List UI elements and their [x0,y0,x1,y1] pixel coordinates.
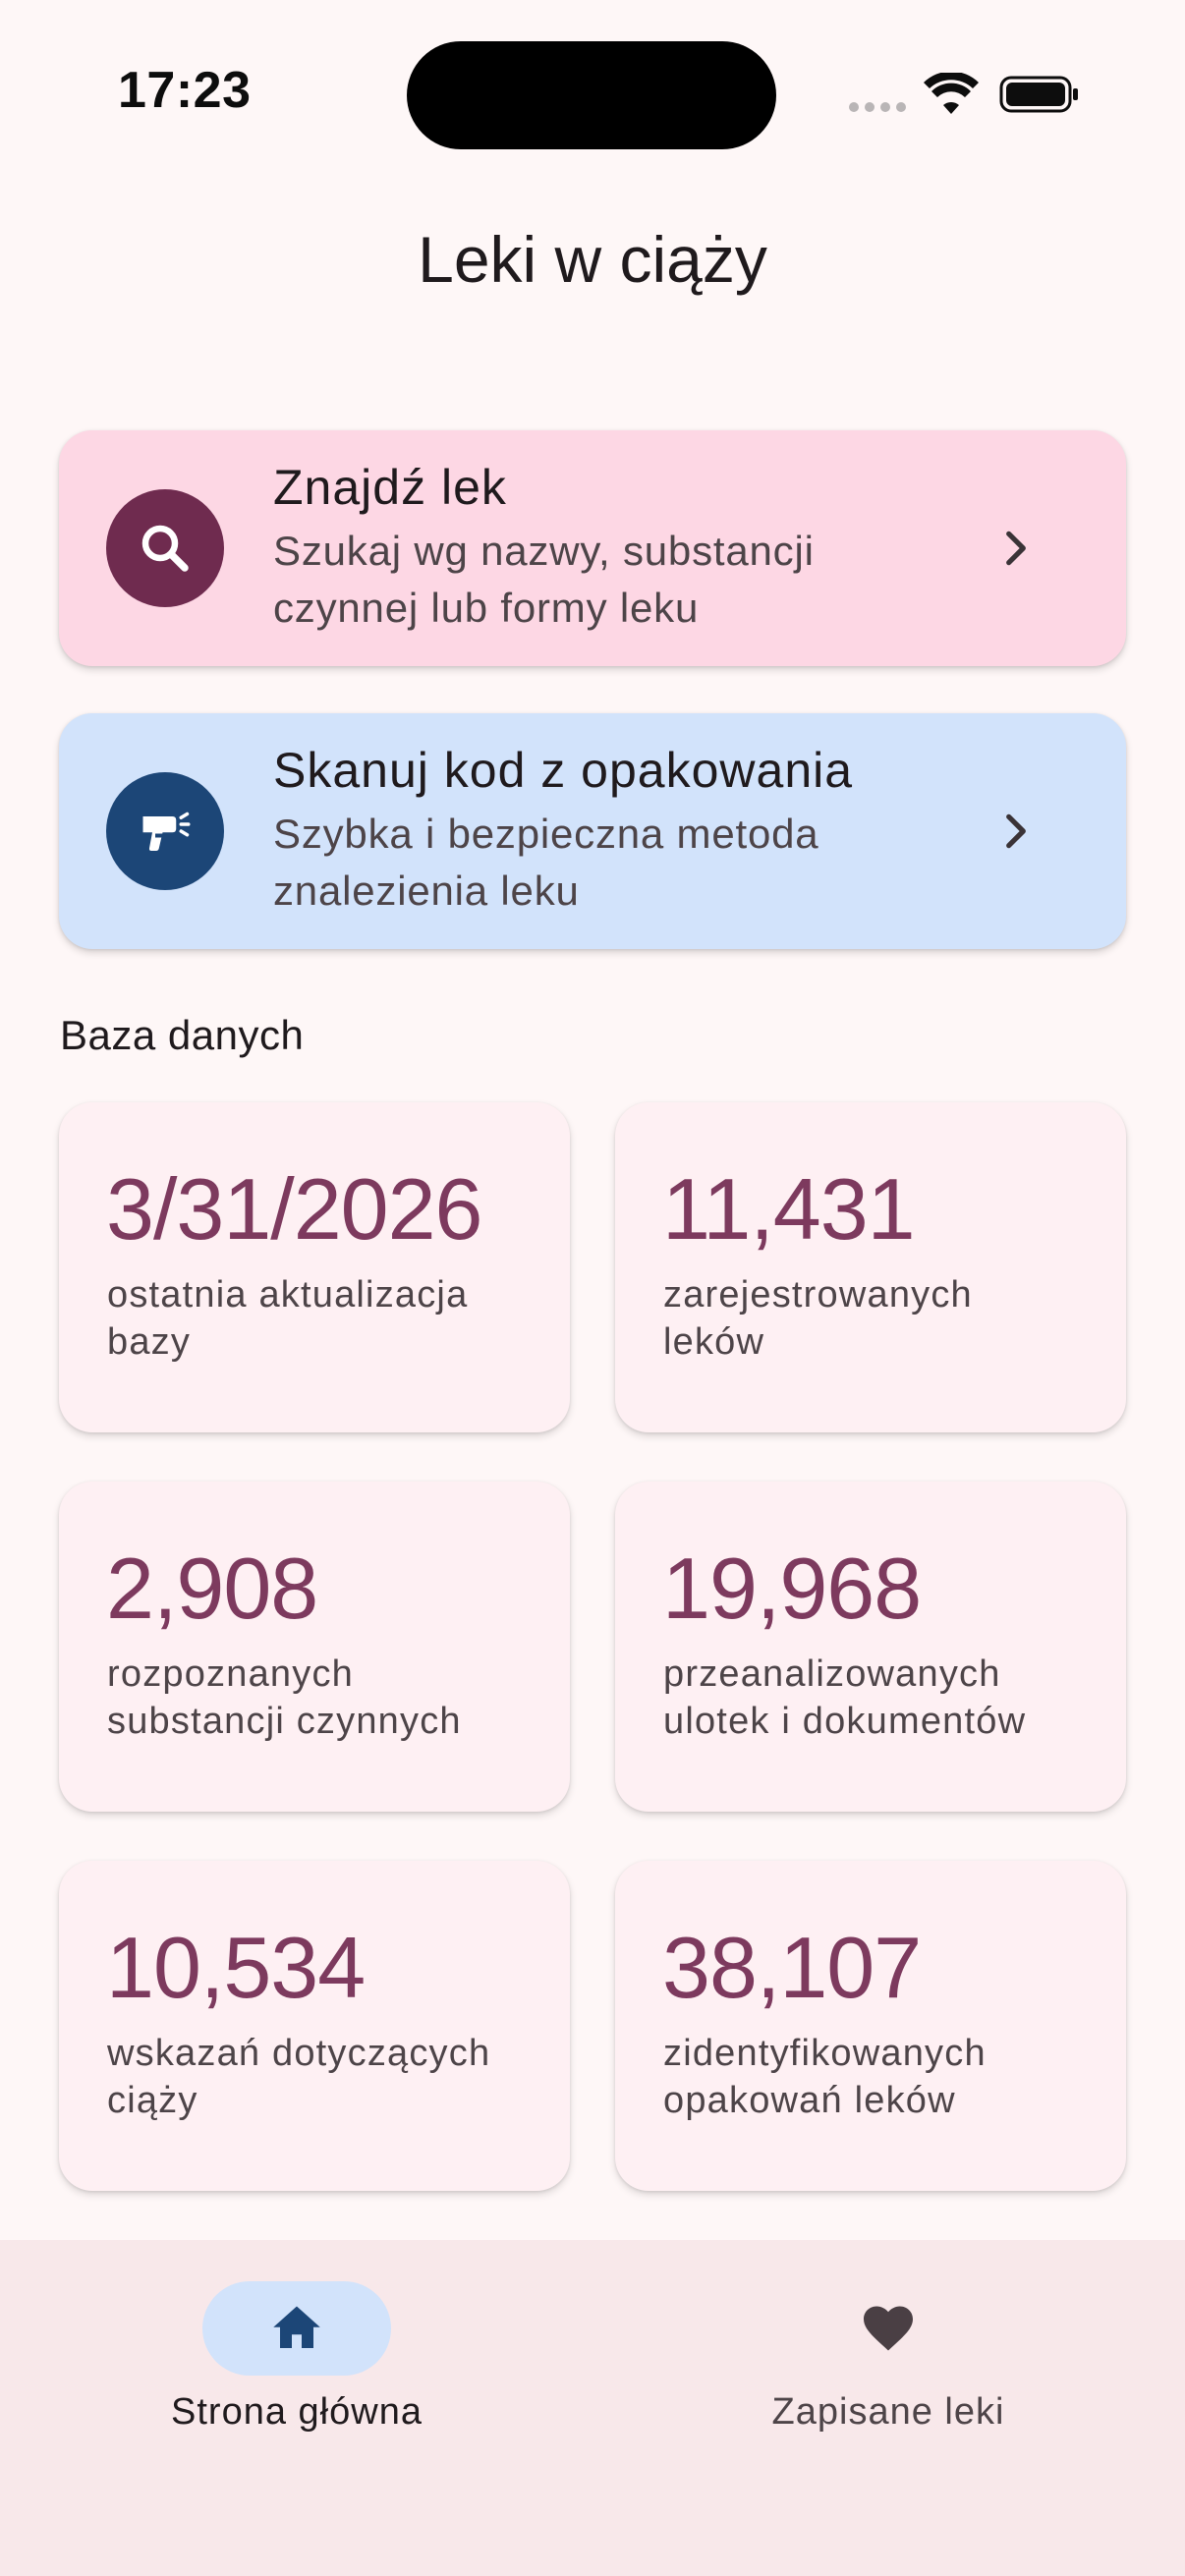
stat-label: zarejestrowanych leków [663,1274,973,1363]
scanner-icon-circle [106,772,224,890]
find-drug-subtitle-line2: czynnej lub formy leku [273,585,700,631]
stat-value: 2,908 [106,1540,318,1637]
stat-card-pregnancy-indications: 10,534 wskazań dotyczących ciąży [59,1861,570,2191]
scan-barcode-subtitle-line1: Szybka i bezpieczna metoda [273,811,819,857]
stat-value: 11,431 [662,1160,916,1258]
cellular-signal-icon [849,102,906,112]
stat-value: 38,107 [662,1919,922,2016]
stat-card-analyzed-leaflets: 19,968 przeanalizowanych ulotek i dokume… [615,1482,1126,1812]
nav-label-home: Strona główna [171,2391,423,2433]
stat-value: 3/31/2026 [106,1160,482,1258]
stat-label: ostatnia aktualizacja bazy [107,1274,469,1363]
stat-label: wskazań dotyczących ciąży [107,2033,491,2121]
stat-card-active-substances: 2,908 rozpoznanych substancji czynnych [59,1482,570,1812]
stat-value: 19,968 [662,1540,922,1637]
find-drug-card[interactable]: Znajdź lek Szukaj wg nazwy, substancji c… [59,430,1126,666]
chevron-right-icon [1006,531,1026,566]
stat-value: 10,534 [106,1919,366,2016]
nav-label-saved-drugs: Zapisane leki [771,2391,1005,2433]
status-time: 17:23 [118,62,252,119]
database-section-label: Baza danych [60,1012,305,1058]
dynamic-island [407,41,776,149]
nav-icon-container [794,2281,983,2376]
stat-card-registered-drugs: 11,431 zarejestrowanych leków [615,1102,1126,1432]
battery-icon [999,76,1078,113]
scan-barcode-subtitle-line2: znalezienia leku [273,868,580,914]
nav-active-indicator [202,2281,391,2376]
stat-label: zidentyfikowanych opakowań leków [663,2033,987,2121]
stat-card-last-update: 3/31/2026 ostatnia aktualizacja bazy [59,1102,570,1432]
find-drug-title: Znajdź lek [273,460,507,515]
page-title: Leki w ciąży [418,223,767,296]
stat-label: przeanalizowanych ulotek i dokumentów [663,1653,1027,1742]
nav-item-saved-drugs[interactable]: Zapisane leki [682,2281,1095,2434]
search-icon [141,525,189,572]
stat-label: rozpoznanych substancji czynnych [107,1653,462,1742]
nav-item-home[interactable]: Strona główna [90,2281,503,2434]
scan-barcode-title: Skanuj kod z opakowania [273,743,854,798]
barcode-scanner-icon [142,812,191,851]
search-icon-circle [106,489,224,607]
bottom-navigation: Strona główna Zapisane leki [0,2240,1185,2576]
status-bar: 17:23 [0,0,1185,196]
stat-card-identified-packages: 38,107 zidentyfikowanych opakowań leków [615,1861,1126,2191]
heart-icon [864,2306,913,2351]
wifi-icon [924,73,979,114]
find-drug-subtitle-line1: Szukaj wg nazwy, substancji [273,528,815,574]
home-icon [273,2306,320,2348]
chevron-right-icon [1006,813,1026,849]
scan-barcode-card[interactable]: Skanuj kod z opakowania Szybka i bezpiec… [59,713,1126,949]
